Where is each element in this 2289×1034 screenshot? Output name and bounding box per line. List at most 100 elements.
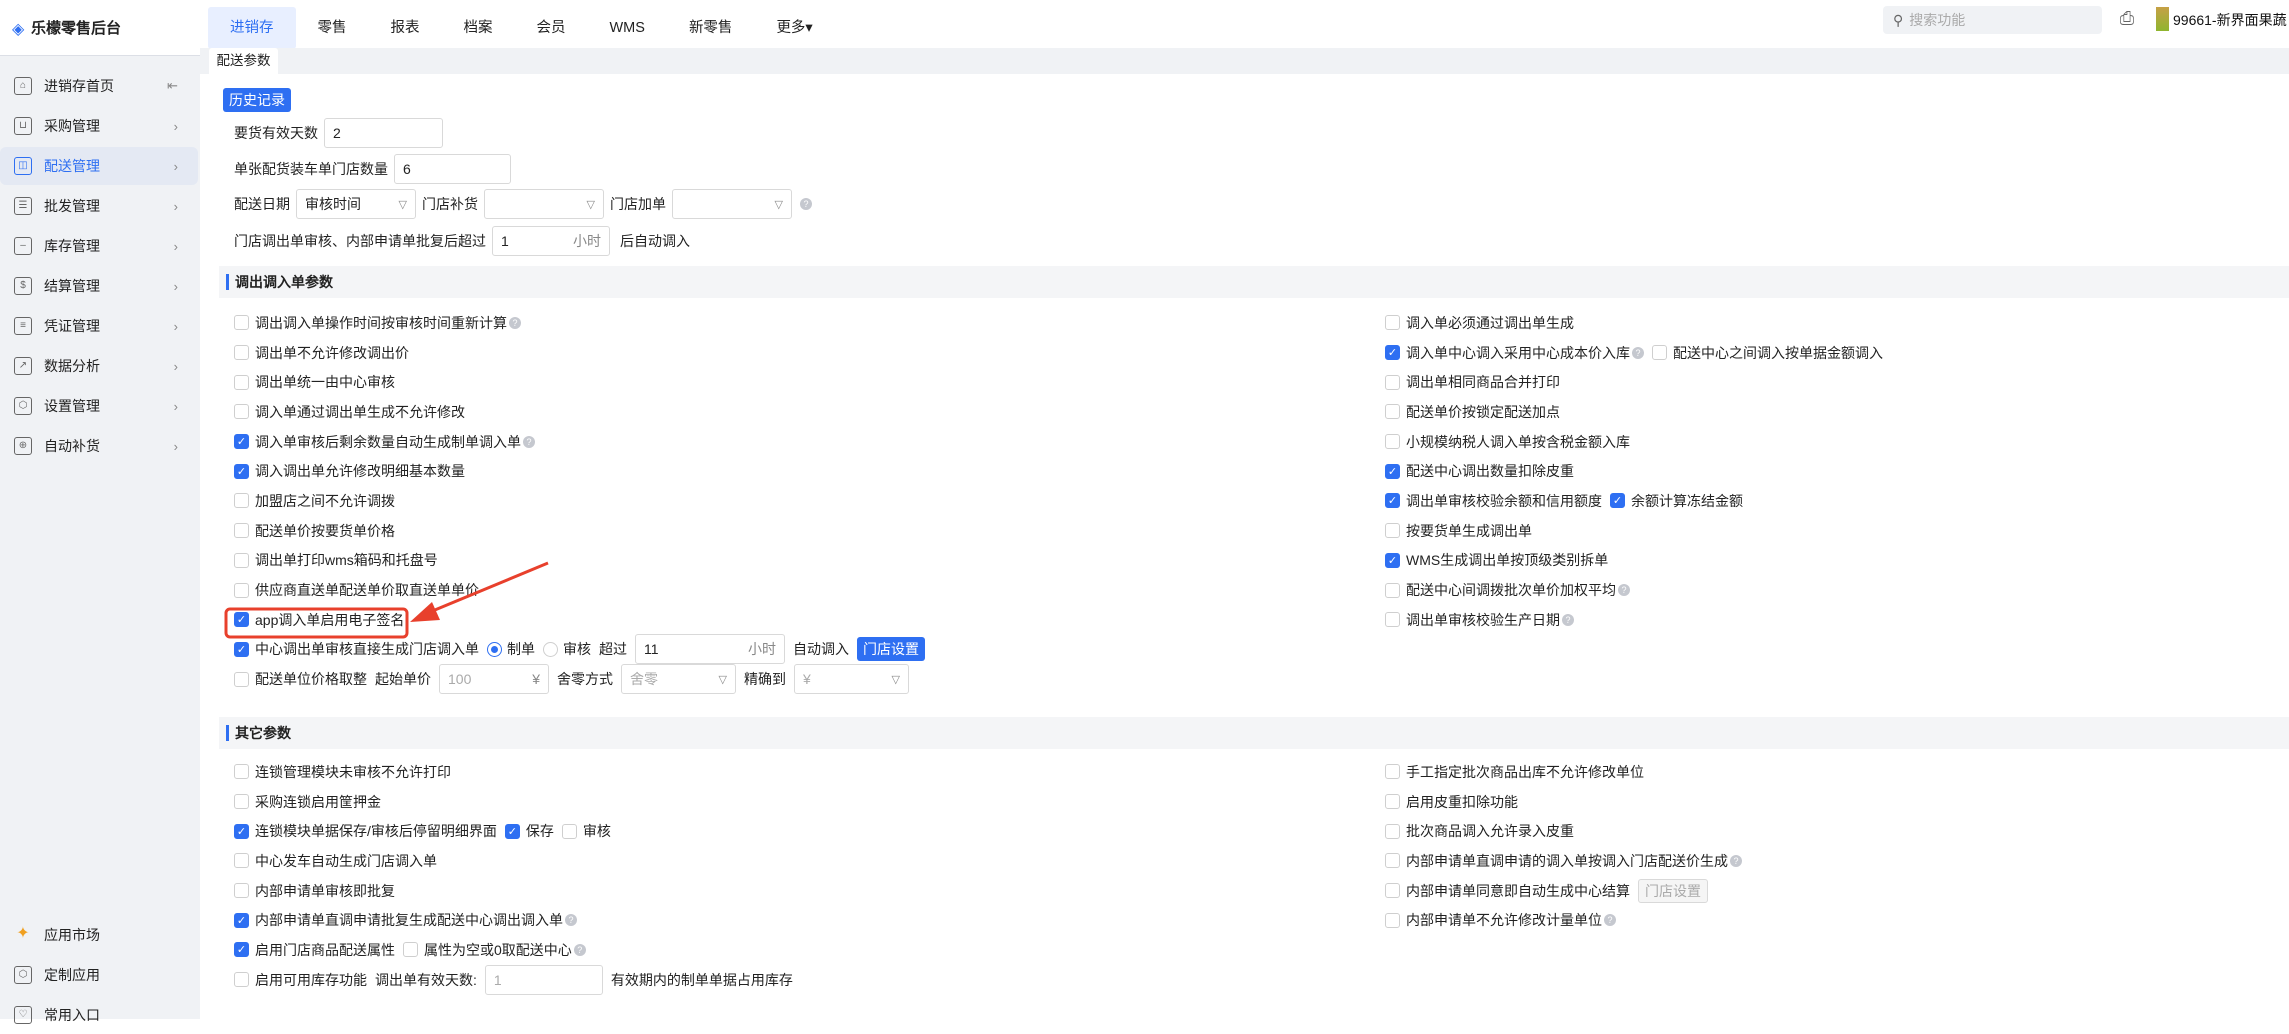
radio-selected[interactable] [487, 641, 502, 657]
checkbox-unchecked[interactable] [234, 671, 249, 687]
checkbox-unchecked[interactable] [561, 823, 577, 839]
setting-checkbox[interactable]: 调出调入单操作时间按审核时间重新计算? [234, 313, 521, 333]
checkbox-unchecked[interactable] [234, 523, 249, 539]
checkbox-unchecked[interactable] [1385, 912, 1400, 928]
setting-checkbox[interactable]: 配送单价按要货单价格 [234, 521, 395, 541]
inline-select[interactable]: ¥ ▽ [794, 664, 909, 695]
sidebar-item-4[interactable]: – 库存管理 › [0, 227, 198, 265]
help-icon[interactable]: ? [1730, 854, 1742, 867]
nav-reports[interactable]: 报表 [369, 7, 442, 49]
help-icon[interactable]: ? [1562, 613, 1574, 626]
checkbox-checked[interactable]: ✓ [234, 942, 249, 958]
delivery-date-select[interactable]: 审核时间 ▽ [296, 189, 416, 219]
checkbox-unchecked[interactable] [1385, 434, 1400, 450]
search-input[interactable]: ⚲ 搜索功能 [1883, 6, 2102, 34]
setting-checkbox[interactable]: ✓ 调入调出单允许修改明细基本数量 [234, 461, 465, 481]
setting-checkbox[interactable]: ✓ 中心调出单审核直接生成门店调入单 [234, 639, 479, 659]
setting-checkbox[interactable]: ✓ 调出单审核校验余额和信用额度 [1385, 491, 1602, 511]
checkbox-unchecked[interactable] [234, 853, 249, 869]
setting-checkbox[interactable]: 属性为空或0取配送中心? [403, 940, 586, 960]
printer-icon[interactable]: ⎙ [2116, 8, 2138, 30]
auto-transfer-hours-input[interactable]: 1 小时 [492, 226, 610, 256]
checkbox-checked[interactable]: ✓ [234, 434, 249, 450]
nav-more[interactable]: 更多▾ [754, 7, 834, 49]
checkbox-unchecked[interactable] [1385, 883, 1400, 899]
help-icon[interactable]: ? [1632, 346, 1644, 359]
checkbox-unchecked[interactable] [1385, 794, 1400, 810]
setting-checkbox[interactable]: 加盟店之间不允许调拨 [234, 491, 395, 511]
checkbox-unchecked[interactable] [234, 764, 249, 780]
checkbox-checked[interactable]: ✓ [1385, 552, 1400, 568]
checkbox-checked[interactable]: ✓ [1610, 493, 1625, 509]
checkbox-checked[interactable]: ✓ [1385, 493, 1400, 509]
collapse-icon[interactable]: ⇤ [167, 78, 178, 94]
setting-checkbox[interactable]: 按要货单生成调出单 [1385, 521, 1532, 541]
setting-checkbox[interactable]: 启用皮重扣除功能 [1385, 792, 1518, 812]
setting-radio[interactable]: 制单 [487, 639, 535, 659]
checkbox-unchecked[interactable] [234, 315, 249, 331]
setting-checkbox[interactable]: 内部申请单同意即自动生成中心结算 [1385, 881, 1630, 901]
sidebar-item-9[interactable]: ⊕ 自动补货 › [0, 427, 198, 465]
setting-checkbox[interactable]: 启用可用库存功能 [234, 970, 367, 990]
store-count-input[interactable]: 6 [394, 154, 511, 184]
setting-checkbox[interactable]: 配送单位价格取整 [234, 669, 367, 689]
sidebar-bottom-item-0[interactable]: ✦ 应用市场 [0, 916, 198, 954]
sidebar-item-8[interactable]: ⬡ 设置管理 › [0, 387, 198, 425]
help-icon[interactable]: ? [573, 943, 586, 956]
setting-checkbox[interactable]: 供应商直送单配送单价取直送单单价 [234, 580, 479, 600]
nav-new-retail[interactable]: 新零售 [667, 7, 755, 49]
setting-checkbox[interactable]: 采购连锁启用筐押金 [234, 792, 381, 812]
checkbox-unchecked[interactable] [234, 883, 249, 899]
checkbox-checked[interactable]: ✓ [234, 612, 249, 628]
setting-checkbox[interactable]: 配送中心间调拨批次单价加权平均? [1385, 580, 1630, 600]
setting-checkbox[interactable]: 中心发车自动生成门店调入单 [234, 851, 437, 871]
checkbox-checked[interactable]: ✓ [234, 912, 249, 928]
checkbox-unchecked[interactable] [234, 404, 249, 420]
checkbox-unchecked[interactable] [1385, 823, 1400, 839]
checkbox-unchecked[interactable] [1385, 764, 1400, 780]
checkbox-unchecked[interactable] [1385, 612, 1400, 628]
checkbox-checked[interactable]: ✓ [1385, 345, 1400, 361]
checkbox-unchecked[interactable] [1385, 404, 1400, 420]
history-button[interactable]: 历史记录 [223, 88, 291, 112]
setting-checkbox[interactable]: 小规模纳税人调入单按含税金额入库 [1385, 432, 1630, 452]
checkbox-unchecked[interactable] [234, 374, 249, 390]
setting-checkbox[interactable]: 调出单审核校验生产日期? [1385, 610, 1574, 630]
store-settings-button[interactable]: 门店设置 [1638, 878, 1708, 903]
help-icon[interactable]: ? [1618, 584, 1630, 597]
nav-wms[interactable]: WMS [588, 7, 667, 49]
inline-select[interactable]: 舍零 ▽ [621, 664, 736, 695]
sidebar-item-1[interactable]: ⊔ 采购管理 › [0, 107, 198, 145]
sidebar-item-5[interactable]: $ 结算管理 › [0, 267, 198, 305]
sidebar-item-6[interactable]: ≡ 凭证管理 › [0, 307, 198, 345]
checkbox-unchecked[interactable] [234, 972, 249, 988]
setting-checkbox[interactable]: 内部申请单审核即批复 [234, 881, 395, 901]
setting-checkbox[interactable]: ✓ 启用门店商品配送属性 [234, 940, 395, 960]
store-settings-button[interactable]: 门店设置 [857, 637, 925, 662]
setting-checkbox[interactable]: ✓ WMS生成调出单按顶级类别拆单 [1385, 550, 1608, 570]
setting-checkbox[interactable]: 连锁管理模块未审核不允许打印 [234, 762, 451, 782]
checkbox-unchecked[interactable] [1385, 853, 1400, 869]
setting-checkbox[interactable]: ✓ 配送中心调出数量扣除皮重 [1385, 461, 1574, 481]
help-icon[interactable]: ? [523, 435, 535, 448]
setting-checkbox[interactable]: ✓ app调入单启用电子签名 [234, 610, 404, 630]
help-icon[interactable]: ? [509, 316, 521, 329]
checkbox-unchecked[interactable] [1385, 374, 1400, 390]
checkbox-checked[interactable]: ✓ [234, 641, 249, 657]
inline-input[interactable]: 1 [484, 964, 603, 995]
checkbox-unchecked[interactable] [1385, 582, 1400, 598]
help-icon[interactable]: ? [1604, 914, 1616, 927]
setting-checkbox[interactable]: ✓ 连锁模块单据保存/审核后停留明细界面 [234, 821, 497, 841]
setting-checkbox[interactable]: 批次商品调入允许录入皮重 [1385, 821, 1574, 841]
setting-checkbox[interactable]: 内部申请单直调申请的调入单按调入门店配送价生成? [1385, 851, 1742, 871]
valid-days-input[interactable]: 2 [324, 118, 443, 148]
setting-checkbox[interactable]: ✓ 内部申请单直调申请批复生成配送中心调出调入单? [234, 910, 577, 930]
sidebar-bottom-item-2[interactable]: ♡ 常用入口 [0, 996, 198, 1034]
app-logo[interactable]: ◈ 乐檬零售后台 [12, 17, 208, 38]
setting-checkbox[interactable]: 调入单通过调出单生成不允许修改 [234, 402, 465, 422]
setting-checkbox[interactable]: 配送中心之间调入按单据金额调入 [1652, 343, 1883, 363]
checkbox-checked[interactable]: ✓ [234, 823, 249, 839]
setting-checkbox[interactable]: 调出单不允许修改调出价 [234, 343, 409, 363]
checkbox-unchecked[interactable] [1652, 345, 1667, 361]
setting-checkbox[interactable]: 调出单打印wms箱码和托盘号 [234, 550, 438, 570]
